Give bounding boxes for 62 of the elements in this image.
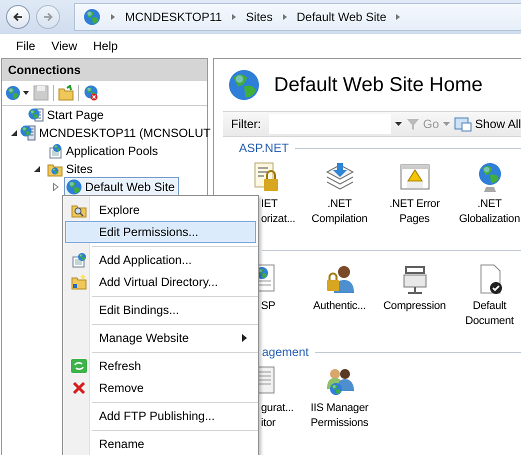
globe-remove-icon (83, 85, 99, 101)
menu-item[interactable]: View (43, 39, 86, 53)
panel-title: Connections (2, 59, 207, 81)
menu-item[interactable]: Remove (65, 377, 256, 399)
chevron-icon (110, 13, 116, 21)
menu-item[interactable]: Rename (65, 433, 256, 455)
group-title: ASP.NET (239, 141, 289, 155)
menu-item[interactable]: Add FTP Publishing... (65, 405, 256, 427)
menu-item[interactable]: Refresh (65, 355, 256, 377)
menu-item[interactable]: Add Virtual Directory... (65, 271, 256, 293)
menu-item[interactable]: Edit Bindings... (65, 299, 256, 321)
feature-tile[interactable]: Compression (377, 257, 452, 329)
chevron-icon (282, 13, 288, 21)
caret-icon (443, 122, 450, 126)
menu-item[interactable]: Add Application... (65, 249, 256, 271)
save-icon (33, 85, 49, 101)
app-pool-icon (47, 143, 63, 159)
globe-icon (228, 69, 260, 101)
page-title: Default Web Site Home (274, 74, 483, 96)
feature-tile[interactable]: .NET Error Pages (377, 155, 452, 227)
back-arrow-icon (12, 11, 24, 23)
menu-item[interactable]: Edit Permissions... (65, 221, 256, 243)
globe-icon (83, 8, 101, 26)
caret-icon (395, 122, 402, 126)
funnel-icon (406, 117, 420, 131)
back-button[interactable] (6, 5, 30, 29)
tree-item[interactable]: MCNDESKTOP11 (MCNSOLUT (18, 123, 215, 143)
connect-button[interactable] (5, 85, 29, 101)
feature-tile[interactable]: Authentic... (302, 257, 377, 329)
caret-icon (23, 91, 29, 95)
show-all-button[interactable]: Show All (454, 116, 521, 132)
app-icon (71, 252, 87, 268)
filter-label: Filter: (231, 117, 261, 131)
folder-star-icon (71, 274, 87, 290)
server-icon (20, 125, 36, 141)
refresh-icon (71, 358, 87, 374)
window-icon (454, 116, 472, 132)
submenu-arrow-icon (242, 334, 247, 342)
tree-item[interactable]: Default Web Site (64, 177, 179, 197)
breadcrumb-item[interactable]: MCNDESKTOP11 (125, 10, 222, 24)
feature-tile[interactable]: Default Document (452, 257, 521, 329)
breadcrumb-item[interactable]: Sites (246, 10, 273, 24)
globe-icon (5, 85, 21, 101)
feature-tile[interactable]: IIS Manager Permissions (302, 359, 377, 431)
menu-item[interactable]: Manage Website (65, 327, 256, 349)
tree-item[interactable]: Start Page (26, 105, 108, 125)
close-icon (71, 380, 87, 396)
globe-icon (66, 179, 82, 195)
menu-item[interactable]: Help (85, 39, 126, 53)
feature-tile[interactable]: .NET Compilation (302, 155, 377, 227)
chevron-icon (395, 13, 402, 21)
chevron-icon (230, 13, 237, 21)
group-title: agement (262, 345, 309, 359)
menu-item[interactable]: File (8, 39, 44, 53)
breadcrumb-item[interactable]: Default Web Site (296, 10, 386, 24)
tree-item[interactable]: Sites (45, 159, 97, 179)
page-icon (28, 107, 44, 123)
folder-arrow-icon (58, 85, 74, 101)
tree-item[interactable]: Application Pools (45, 141, 162, 161)
address-bar[interactable]: MCNDESKTOP11 Sites Default Web Site (74, 3, 521, 31)
feature-tile[interactable]: .NET Globalization (452, 155, 521, 227)
forward-arrow-icon (42, 11, 54, 23)
